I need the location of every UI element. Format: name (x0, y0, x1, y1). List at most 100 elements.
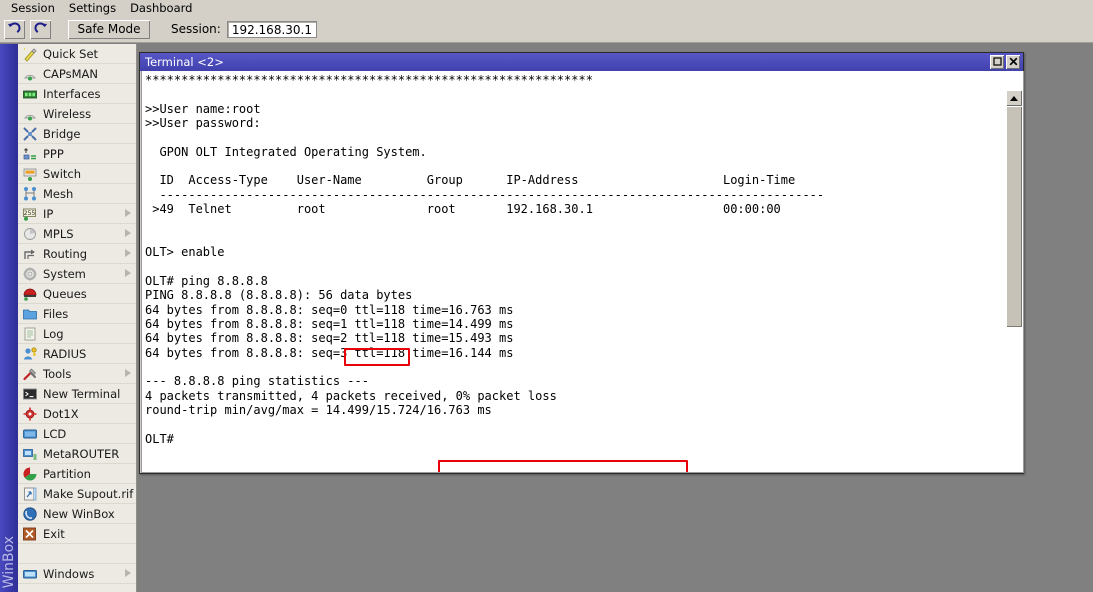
sidebar-item-label: MetaROUTER (43, 447, 119, 461)
terminal-scrollbar[interactable] (1006, 90, 1022, 473)
windows-icon (22, 566, 38, 582)
session-label: Session: (171, 22, 221, 36)
close-icon (1009, 55, 1018, 69)
sidebar-item-label: Make Supout.rif (43, 487, 133, 501)
sidebar-item-capsman[interactable]: CAPsMAN (18, 64, 136, 84)
toolbar: Safe Mode Session: 192.168.30.1 (0, 16, 1093, 43)
redo-arrow-icon (33, 21, 48, 37)
terminal-line (145, 360, 995, 374)
undo-button[interactable] (3, 19, 26, 40)
sidebar-item-system[interactable]: System (18, 264, 136, 284)
terminal-icon (22, 386, 38, 402)
sidebar-item-label: PPP (43, 147, 64, 161)
terminal-titlebar[interactable]: Terminal <2> (140, 53, 1023, 71)
sidebar-item-exit[interactable]: Exit (18, 524, 136, 544)
wand-icon (22, 46, 38, 62)
chevron-right-icon (125, 569, 131, 577)
sidebar-item-interfaces[interactable]: Interfaces (18, 84, 136, 104)
sidebar-item-label: CAPsMAN (43, 67, 98, 81)
ppp-icon (22, 146, 38, 162)
terminal-line: round-trip min/avg/max = 14.499/15.724/1… (145, 403, 995, 417)
scrollbar-thumb[interactable] (1006, 106, 1022, 327)
sidebar-item-lcd[interactable]: LCD (18, 424, 136, 444)
sidebar-item-routing[interactable]: Routing (18, 244, 136, 264)
sidebar-item-windows[interactable]: Windows (18, 564, 136, 584)
terminal-line: --- 8.8.8.8 ping statistics --- (145, 374, 995, 388)
scrollbar-track[interactable] (1006, 106, 1022, 473)
routing-icon (22, 246, 38, 262)
partition-icon (22, 466, 38, 482)
menu-settings[interactable]: Settings (62, 0, 123, 16)
scroll-up-button[interactable] (1006, 90, 1022, 106)
maximize-button[interactable] (990, 55, 1004, 69)
arrow-up-icon (1010, 96, 1018, 101)
sidebar: WinBox Quick Set CAPsMAN (0, 44, 137, 592)
terminal-line (145, 216, 995, 230)
sidebar-item-log[interactable]: Log (18, 324, 136, 344)
sidebar-item-label: Files (43, 307, 68, 321)
sidebar-item-files[interactable]: Files (18, 304, 136, 324)
sidebar-item-new-winbox[interactable]: New WinBox (18, 504, 136, 524)
dot1x-icon (22, 406, 38, 422)
winbox-rail-label: WinBox (1, 536, 17, 588)
sidebar-item-wireless[interactable]: Wireless (18, 104, 136, 124)
chevron-right-icon (125, 229, 131, 237)
sidebar-item-label: Routing (43, 247, 87, 261)
chevron-right-icon (125, 369, 131, 377)
safe-mode-button[interactable]: Safe Mode (67, 19, 151, 40)
menu-bar: Session Settings Dashboard (0, 0, 1093, 16)
sidebar-item-label: IP (43, 207, 53, 221)
gear-icon (22, 266, 38, 282)
sidebar-item-tools[interactable]: Tools (18, 364, 136, 384)
session-address-field[interactable]: 192.168.30.1 (227, 21, 317, 38)
sidebar-item-bridge[interactable]: Bridge (18, 124, 136, 144)
menu-session[interactable]: Session (4, 0, 62, 16)
sidebar-item-label: New Terminal (43, 387, 120, 401)
sidebar-item-label: Mesh (43, 187, 73, 201)
metarouter-icon (22, 446, 38, 462)
terminal-window[interactable]: Terminal <2> ***************************… (139, 52, 1024, 474)
antenna-icon (22, 66, 38, 82)
terminal-line: >>User name:root (145, 102, 995, 116)
sidebar-item-label: New WinBox (43, 507, 115, 521)
sidebar-item-label: Tools (43, 367, 71, 381)
sidebar-item-mesh[interactable]: Mesh (18, 184, 136, 204)
sidebar-item-dot1x[interactable]: Dot1X (18, 404, 136, 424)
sidebar-item-label: LCD (43, 427, 66, 441)
lcd-icon (22, 426, 38, 442)
sidebar-item-metarouter[interactable]: MetaROUTER (18, 444, 136, 464)
redo-button[interactable] (29, 19, 52, 40)
svg-text:255: 255 (24, 209, 36, 216)
sidebar-item-make-supout[interactable]: Make Supout.rif (18, 484, 136, 504)
terminal-line (145, 259, 995, 273)
menu-dashboard[interactable]: Dashboard (123, 0, 199, 16)
sidebar-item-label: Windows (43, 567, 94, 581)
close-button[interactable] (1006, 55, 1020, 69)
terminal-line (145, 231, 995, 245)
terminal-output-area[interactable]: ****************************************… (141, 71, 1024, 473)
maximize-icon (993, 55, 1002, 69)
sidebar-item-quick-set[interactable]: Quick Set (18, 44, 136, 64)
sidebar-item-partition[interactable]: Partition (18, 464, 136, 484)
sidebar-item-ppp[interactable]: PPP (18, 144, 136, 164)
sidebar-item-label: Interfaces (43, 87, 100, 101)
sidebar-item-new-terminal[interactable]: New Terminal (18, 384, 136, 404)
terminal-line: PING 8.8.8.8 (8.8.8.8): 56 data bytes (145, 288, 995, 302)
terminal-line: ----------------------------------------… (145, 188, 995, 202)
terminal-text: ****************************************… (145, 73, 995, 446)
terminal-line: 64 bytes from 8.8.8.8: seq=0 ttl=118 tim… (145, 303, 995, 317)
sidebar-item-radius[interactable]: RADIUS (18, 344, 136, 364)
terminal-line (145, 130, 995, 144)
supout-icon (22, 486, 38, 502)
queues-icon (22, 286, 38, 302)
sidebar-item-label: Dot1X (43, 407, 79, 421)
sidebar-item-label: System (43, 267, 86, 281)
bridge-icon (22, 126, 38, 142)
sidebar-item-queues[interactable]: Queues (18, 284, 136, 304)
sidebar-item-label: Switch (43, 167, 81, 181)
sidebar-item-ip[interactable]: 255 IP (18, 204, 136, 224)
winbox-rail: WinBox (0, 44, 18, 592)
terminal-line (145, 87, 995, 101)
sidebar-item-mpls[interactable]: MPLS (18, 224, 136, 244)
sidebar-item-switch[interactable]: Switch (18, 164, 136, 184)
